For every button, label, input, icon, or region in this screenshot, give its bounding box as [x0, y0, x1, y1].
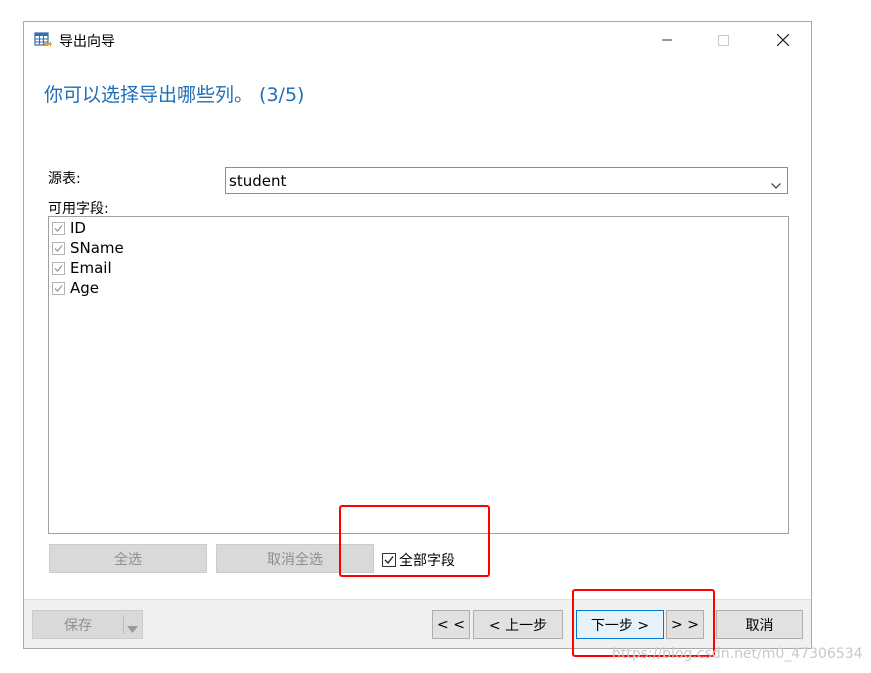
save-split-button[interactable]: 保存	[32, 610, 143, 639]
field-label: ID	[70, 219, 86, 237]
table-export-icon	[34, 31, 52, 49]
step-heading: 你可以选择导出哪些列。 (3/5)	[44, 84, 305, 106]
highlight-box-all-fields	[339, 505, 490, 577]
checkmark-icon	[54, 224, 63, 232]
maximize-icon	[717, 34, 729, 46]
select-all-button[interactable]: 全选	[49, 544, 207, 573]
field-label: SName	[70, 239, 124, 257]
field-label: Age	[70, 279, 100, 297]
save-button-label[interactable]: 保存	[33, 611, 123, 638]
dropdown-arrow-icon[interactable]	[127, 621, 138, 637]
source-table-label: 源表:	[48, 171, 81, 187]
field-checkbox[interactable]	[52, 241, 65, 255]
close-button[interactable]	[760, 22, 806, 58]
source-table-select[interactable]: student	[225, 167, 788, 194]
maximize-button[interactable]	[700, 22, 746, 58]
source-table-value: student	[229, 172, 287, 190]
field-checkbox[interactable]	[52, 261, 65, 275]
first-step-button[interactable]: < <	[432, 610, 470, 639]
watermark-text: https://blog.csdn.net/m0_47306534	[612, 646, 863, 662]
minimize-button[interactable]	[644, 22, 690, 58]
field-checkbox[interactable]	[52, 281, 65, 295]
back-button[interactable]: < 上一步	[473, 610, 563, 639]
cancel-button[interactable]: 取消	[716, 610, 803, 639]
available-fields-label: 可用字段:	[48, 201, 109, 217]
chevron-down-icon	[771, 177, 781, 193]
checkmark-icon	[54, 244, 63, 252]
field-item-age[interactable]: Age	[52, 278, 99, 298]
title-bar: 导出向导	[24, 22, 811, 58]
split-divider	[123, 615, 124, 634]
close-icon	[777, 34, 789, 46]
field-item-id[interactable]: ID	[52, 218, 86, 238]
field-checkbox[interactable]	[52, 221, 65, 235]
field-item-sname[interactable]: SName	[52, 238, 124, 258]
field-item-email[interactable]: Email	[52, 258, 112, 278]
checkmark-icon	[54, 284, 63, 292]
checkmark-icon	[54, 264, 63, 272]
minimize-icon	[662, 39, 672, 41]
window-title: 导出向导	[59, 34, 115, 50]
field-label: Email	[70, 259, 112, 277]
available-fields-list[interactable]: ID SName Email Age	[48, 216, 789, 534]
